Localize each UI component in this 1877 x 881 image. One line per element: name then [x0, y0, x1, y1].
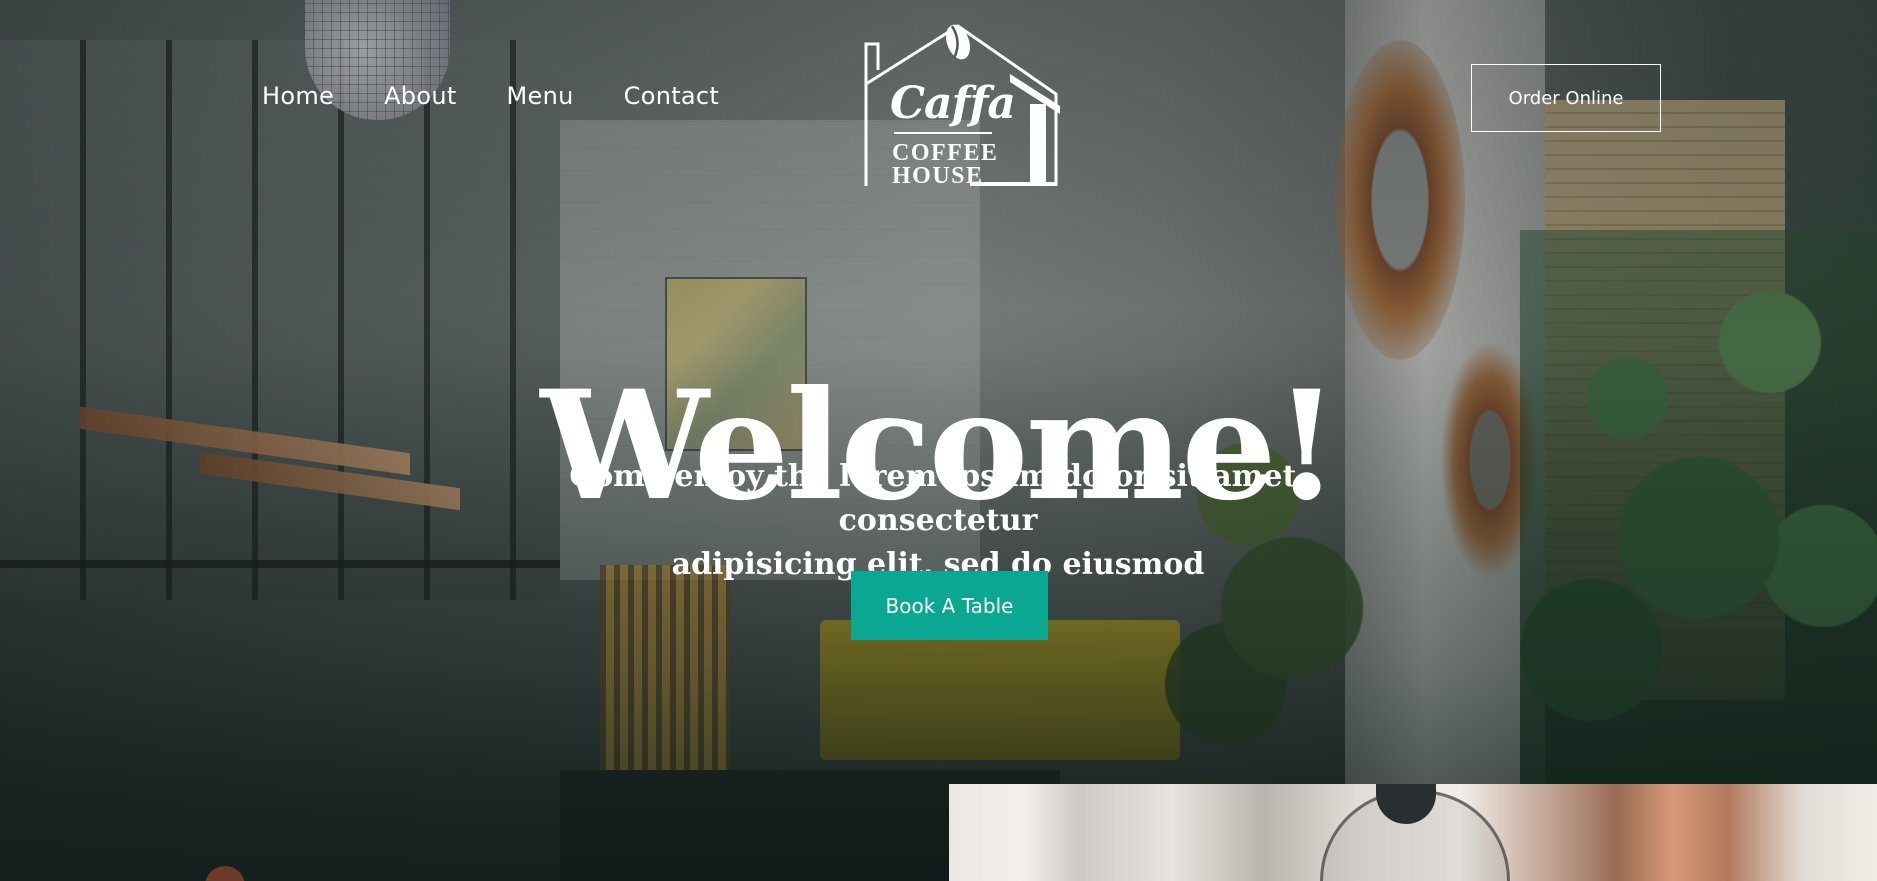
- nav-link-contact[interactable]: Contact: [624, 82, 719, 110]
- hero-subtitle: Come enjoy the lorem ipsum dolor sit ame…: [488, 455, 1388, 587]
- main-nav: Home About Menu Contact: [262, 82, 719, 110]
- order-online-button[interactable]: Order Online: [1471, 64, 1661, 132]
- logo-text-line1: COFFEE: [892, 140, 999, 166]
- book-table-button[interactable]: Book A Table: [851, 571, 1048, 640]
- nav-link-menu[interactable]: Menu: [507, 82, 574, 110]
- logo-text-line2: HOUSE: [892, 163, 984, 189]
- logo-divider: [894, 132, 992, 134]
- nav-link-about[interactable]: About: [384, 82, 456, 110]
- site-logo[interactable]: Caffa COFFEE HOUSE: [860, 14, 1060, 189]
- hero-subtitle-line: Come enjoy the lorem ipsum dolor sit ame…: [569, 459, 1307, 538]
- landing-page: Home About Menu Contact Caffa COFFEE HOU…: [0, 0, 1877, 881]
- logo-script: Caffa: [890, 78, 1016, 129]
- nav-link-home[interactable]: Home: [262, 82, 334, 110]
